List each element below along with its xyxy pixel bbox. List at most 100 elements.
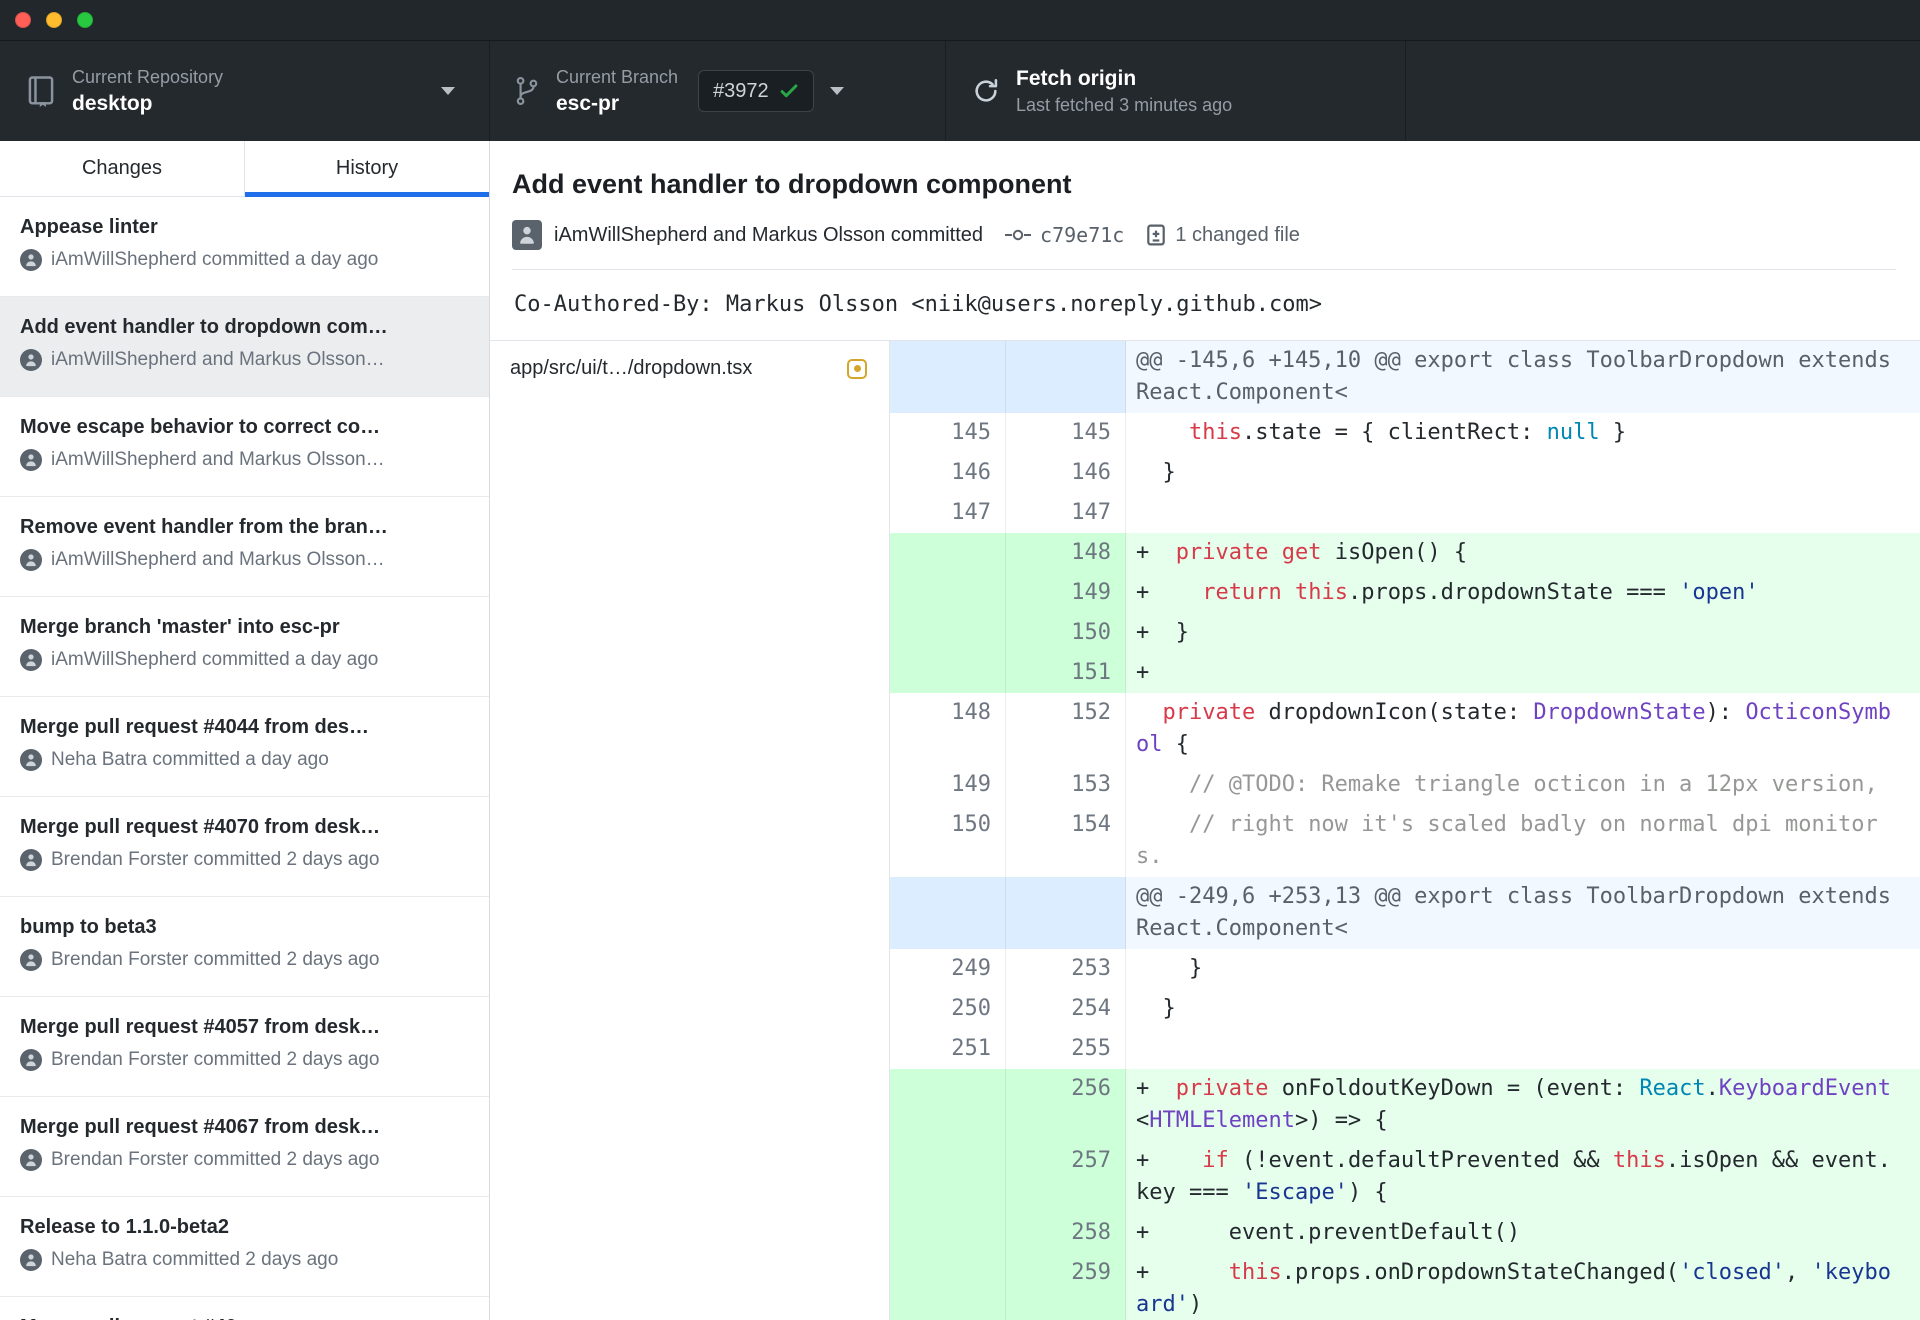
diff-added-line: 151 +: [890, 653, 1920, 693]
old-line-number: 249: [890, 949, 1006, 989]
old-line-number: 146: [890, 453, 1006, 493]
diff-added-line: 150 + }: [890, 613, 1920, 653]
code-text: @@ -145,6 +145,10 @@ export class Toolba…: [1126, 341, 1920, 413]
code-text: + if (!event.defaultPrevented && this.is…: [1126, 1141, 1920, 1213]
new-line-number: 256: [1006, 1069, 1126, 1141]
diff-hunk-header: @@ -249,6 +253,13 @@ export class Toolba…: [890, 877, 1920, 949]
commit-meta: Brendan Forster committed 2 days ago: [20, 849, 469, 871]
triangle-down-icon: [441, 87, 455, 95]
commit-list-item[interactable]: Merge pull request #40…: [0, 1297, 489, 1320]
commit-list-item[interactable]: bump to beta3 Brendan Forster committed 2…: [0, 897, 489, 997]
commit-list-item[interactable]: Merge branch 'master' into esc-pr iAmWill…: [0, 597, 489, 697]
commit-meta-text: iAmWillShepherd committed a day ago: [51, 649, 379, 670]
commit-meta-text: Neha Batra committed 2 days ago: [51, 1249, 339, 1270]
content-area: Changes History Appease linter iAmWillShe…: [0, 141, 1920, 1320]
diff-added-line: 258 + event.preventDefault(): [890, 1213, 1920, 1253]
commit-list-item[interactable]: Appease linter iAmWillShepherd committed …: [0, 197, 489, 297]
new-line-number: 255: [1006, 1029, 1126, 1069]
commit-list: Appease linter iAmWillShepherd committed …: [0, 197, 489, 1320]
code-text: @@ -249,6 +253,13 @@ export class Toolba…: [1126, 877, 1920, 949]
new-line-number: [1006, 877, 1126, 949]
commit-meta-text: Brendan Forster committed 2 days ago: [51, 949, 380, 970]
diff-added-line: 256 + private onFoldoutKeyDown = (event: …: [890, 1069, 1920, 1141]
diff-context-line: 146 146 }: [890, 453, 1920, 493]
pull-request-badge: #3972: [698, 70, 814, 112]
diff-panels: app/src/ui/t…/dropdown.tsx @@ -145,6 +14…: [490, 341, 1920, 1320]
code-text: + event.preventDefault(): [1126, 1213, 1920, 1253]
app-window: Current Repository desktop Current Branc…: [0, 0, 1920, 1320]
new-line-number: 154: [1006, 805, 1126, 877]
diff-added-line: 149 + return this.props.dropdownState ===…: [890, 573, 1920, 613]
tab-changes[interactable]: Changes: [0, 141, 244, 196]
repo-book-icon: [26, 75, 56, 107]
old-line-number: [890, 613, 1006, 653]
commit-meta: iAmWillShepherd committed a day ago: [20, 649, 469, 671]
close-button[interactable]: [15, 12, 31, 28]
commit-meta-text: Brendan Forster committed 2 days ago: [51, 849, 380, 870]
code-text: }: [1136, 956, 1203, 981]
diff-added-line: 148 + private get isOpen() {: [890, 533, 1920, 573]
code-text: // right now it's scaled badly on normal…: [1136, 812, 1878, 869]
changed-files-panel: app/src/ui/t…/dropdown.tsx: [490, 341, 890, 1320]
avatar: [20, 949, 42, 971]
old-line-number: 147: [890, 493, 1006, 533]
commit-title: bump to beta3: [20, 916, 157, 938]
commit-meta: Brendan Forster committed 2 days ago: [20, 1049, 469, 1071]
avatar: [20, 549, 42, 571]
fetch-title: Fetch origin: [1016, 67, 1137, 90]
code-text: + }: [1126, 613, 1920, 653]
avatar: [20, 449, 42, 471]
commit-list-item[interactable]: Add event handler to dropdown com… iAmWil…: [0, 297, 489, 397]
new-line-number: 149: [1006, 573, 1126, 613]
commit-list-item[interactable]: Merge pull request #4057 from desk… Brend…: [0, 997, 489, 1097]
titlebar: [0, 0, 1920, 41]
commit-meta: Brendan Forster committed 2 days ago: [20, 1149, 469, 1171]
new-line-number: 253: [1006, 949, 1126, 989]
commit-detail: Add event handler to dropdown component …: [490, 141, 1920, 1320]
repository-name: desktop: [72, 91, 153, 115]
minimize-button[interactable]: [46, 12, 62, 28]
zoom-button[interactable]: [77, 12, 93, 28]
code-text: }: [1136, 996, 1176, 1021]
commit-title: Move escape behavior to correct co…: [20, 416, 381, 438]
avatar: [20, 249, 42, 271]
new-line-number: 151: [1006, 653, 1126, 693]
diff-context-line: 150 154 // right now it's scaled badly on…: [890, 805, 1920, 877]
commit-meta: iAmWillShepherd and Markus Olsson…: [20, 549, 469, 571]
old-line-number: 250: [890, 989, 1006, 1029]
check-icon: [779, 81, 799, 101]
old-line-number: [890, 341, 1006, 413]
changed-files-count: 1 changed file: [1175, 223, 1300, 246]
fetch-origin-button[interactable]: Fetch origin Last fetched 3 minutes ago: [946, 41, 1406, 141]
avatar: [20, 649, 42, 671]
commit-meta: iAmWillShepherd and Markus Olsson…: [20, 449, 469, 471]
commit-list-item[interactable]: Merge pull request #4070 from desk… Brend…: [0, 797, 489, 897]
commit-authors: iAmWillShepherd and Markus Olsson commit…: [554, 223, 984, 246]
window-controls: [15, 12, 93, 28]
commit-meta: iAmWillShepherd committed a day ago: [20, 249, 469, 271]
new-line-number: 153: [1006, 765, 1126, 805]
tab-history[interactable]: History: [244, 141, 489, 197]
file-list-item[interactable]: app/src/ui/t…/dropdown.tsx: [490, 341, 889, 396]
commit-meta-row: iAmWillShepherd and Markus Olsson commit…: [512, 219, 1896, 251]
avatar: [20, 849, 42, 871]
commit-description: Co-Authored-By: Markus Olsson <niik@user…: [490, 270, 1920, 341]
branch-switcher-button[interactable]: Current Branch esc-pr #3972: [490, 41, 946, 141]
old-line-number: [890, 1253, 1006, 1320]
repository-switcher-button[interactable]: Current Repository desktop: [0, 41, 490, 141]
commit-list-item[interactable]: Remove event handler from the bran… iAmWi…: [0, 497, 489, 597]
commit-list-item[interactable]: Release to 1.1.0-beta2 Neha Batra committ…: [0, 1197, 489, 1297]
commit-list-item[interactable]: Merge pull request #4067 from desk… Brend…: [0, 1097, 489, 1197]
branch-name: esc-pr: [556, 91, 620, 115]
fetch-subtitle: Last fetched 3 minutes ago: [1016, 95, 1233, 115]
diff-context-line: 251 255: [890, 1029, 1920, 1069]
triangle-down-icon: [829, 87, 844, 95]
old-line-number: 150: [890, 805, 1006, 877]
new-line-number: 258: [1006, 1213, 1126, 1253]
commit-list-item[interactable]: Move escape behavior to correct co… iAmWi…: [0, 397, 489, 497]
commit-list-item[interactable]: Merge pull request #4044 from des… Neha B…: [0, 697, 489, 797]
git-commit-icon: [1005, 226, 1032, 244]
sidebar-tabs: Changes History: [0, 141, 489, 197]
